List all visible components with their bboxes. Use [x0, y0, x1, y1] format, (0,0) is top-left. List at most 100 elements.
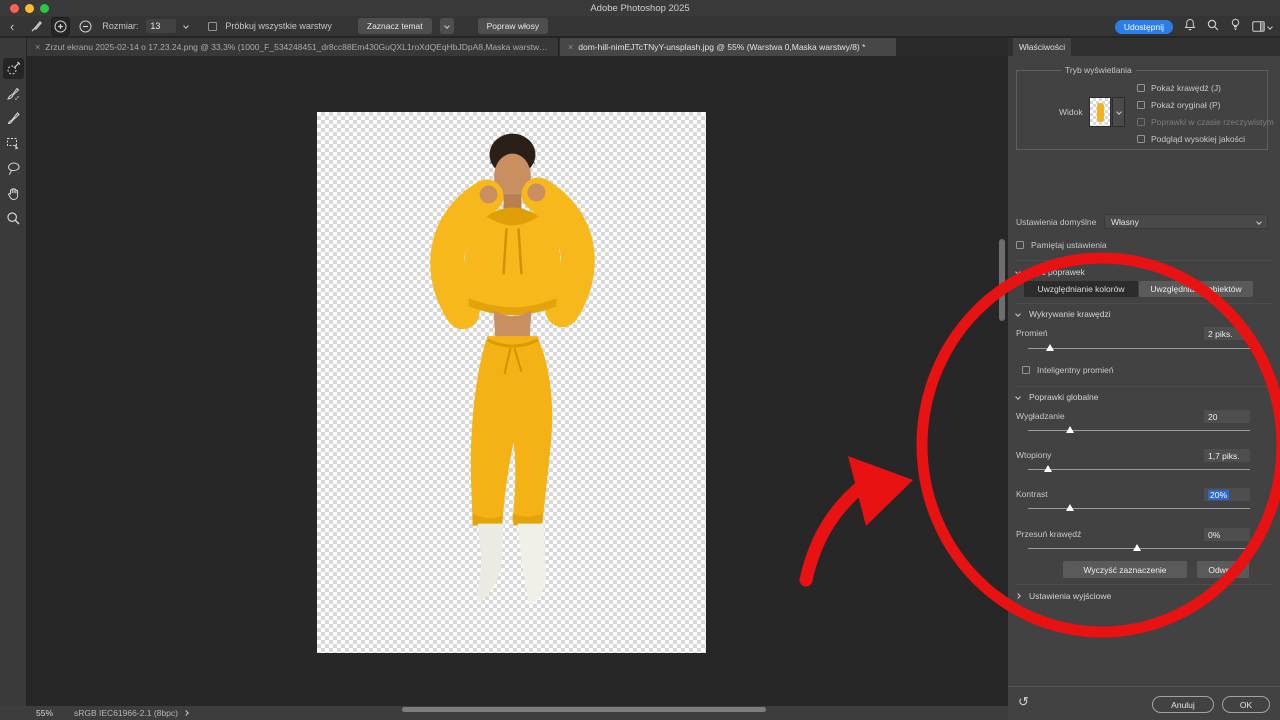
options-bar: ‹ Rozmiar: 13 Próbkuj wszystkie warstwy …: [0, 16, 1280, 37]
photoshop-window: Adobe Photoshop 2025 ‹ Rozmiar: 13 Próbk…: [0, 0, 1280, 720]
view-dropdown-chevron-icon[interactable]: [1112, 97, 1125, 127]
smooth-slider-thumb[interactable]: [1066, 426, 1074, 433]
high-quality-preview-checkbox[interactable]: [1137, 135, 1145, 143]
show-original-label: Pokaż oryginał (P): [1151, 100, 1220, 110]
show-edge-label: Pokaż krawędź (J): [1151, 83, 1221, 93]
discover-lightbulb-icon[interactable]: [1230, 18, 1241, 36]
view-mode-group-label: Tryb wyświetlania: [1061, 65, 1136, 75]
sample-all-layers-checkbox[interactable]: [208, 22, 217, 31]
back-chevron-icon[interactable]: ‹: [10, 20, 14, 33]
radius-slider-thumb[interactable]: [1046, 344, 1054, 351]
document-tab-2-label: dom-hill-nimEJTcTNyY-unsplash.jpg @ 55% …: [578, 42, 865, 52]
output-settings-section-label: Ustawienia wyjściowe: [1029, 591, 1111, 601]
radius-slider[interactable]: [1028, 348, 1250, 349]
ok-button[interactable]: OK: [1222, 696, 1270, 713]
smooth-value-field[interactable]: 20: [1204, 410, 1250, 423]
view-mode-group: Tryb wyświetlania Widok Pokaż krawędź (J…: [1016, 70, 1268, 150]
hand-tool[interactable]: [3, 183, 24, 204]
quick-selection-tool[interactable]: [3, 58, 24, 79]
shift-edge-slider[interactable]: [1028, 548, 1250, 549]
smart-radius-checkbox[interactable]: [1022, 366, 1030, 374]
size-input[interactable]: 13: [146, 19, 176, 33]
presets-value: Własny: [1111, 217, 1139, 227]
canvas-horizontal-scrollbar[interactable]: [402, 707, 766, 712]
refine-edge-brush-tool[interactable]: [3, 83, 24, 104]
shift-edge-slider-thumb[interactable]: [1133, 544, 1141, 551]
panel-header: Właściwości: [1008, 38, 1280, 56]
document-tab-bar: × Zrzut ekranu 2025-02-14 o 17.23.24.png…: [0, 38, 1008, 56]
clear-selection-button[interactable]: Wyczyść zaznaczenie: [1063, 561, 1187, 578]
global-refinements-section[interactable]: Poprawki globalne: [1016, 390, 1098, 403]
close-tab-icon[interactable]: ×: [35, 42, 40, 52]
view-thumbnail[interactable]: [1089, 97, 1111, 127]
zoom-tool[interactable]: [3, 208, 24, 229]
edge-detection-section[interactable]: Wykrywanie krawędzi: [1016, 307, 1111, 320]
canvas-vertical-scrollbar[interactable]: [999, 239, 1005, 321]
smooth-label: Wygładzanie: [1016, 411, 1065, 421]
cancel-button[interactable]: Anuluj: [1152, 696, 1214, 713]
titlebar-actions: Udostępnij: [1115, 16, 1272, 37]
high-quality-preview-label: Podgląd wysokiej jakości: [1151, 134, 1245, 144]
global-refinements-section-label: Poprawki globalne: [1029, 392, 1098, 402]
realtime-refinement-row: Poprawki w czasie rzeczywistym: [1137, 116, 1274, 128]
size-dropdown-chevron-icon[interactable]: [184, 23, 190, 29]
smooth-slider[interactable]: [1028, 430, 1250, 431]
brush-add-button[interactable]: [52, 18, 69, 35]
canvas-area[interactable]: [27, 56, 1008, 706]
document-tab-2[interactable]: × dom-hill-nimEJTcTNyY-unsplash.jpg @ 55…: [560, 38, 896, 56]
zoom-level[interactable]: 55%: [36, 708, 53, 718]
masked-subject-image: [317, 112, 706, 653]
show-original-row: Pokaż oryginał (P): [1137, 99, 1220, 111]
show-original-checkbox[interactable]: [1137, 101, 1145, 109]
dialog-bottom-bar: ↺ Anuluj OK: [1008, 686, 1280, 720]
brush-subtract-button[interactable]: [77, 18, 94, 35]
edge-detection-section-label: Wykrywanie krawędzi: [1029, 309, 1111, 319]
select-subject-button[interactable]: Zaznacz temat: [358, 18, 432, 34]
object-selection-tool[interactable]: [3, 133, 24, 154]
feather-label: Wtopiony: [1016, 450, 1051, 460]
refine-hair-button[interactable]: Popraw włosy: [478, 18, 548, 34]
color-aware-button[interactable]: Uwzględnianie kolorów: [1024, 281, 1138, 297]
sample-all-layers-label: Próbkuj wszystkie warstwy: [225, 21, 332, 31]
show-edge-checkbox[interactable]: [1137, 84, 1145, 92]
document-tab-1[interactable]: × Zrzut ekranu 2025-02-14 o 17.23.24.png…: [27, 38, 559, 56]
status-options-chevron-icon[interactable]: [183, 710, 189, 716]
shift-edge-label: Przesuń krawędź: [1016, 529, 1081, 539]
notifications-bell-icon[interactable]: [1184, 18, 1196, 36]
brush-tool[interactable]: [3, 108, 24, 129]
color-profile: sRGB IEC61966-2.1 (8bpc): [74, 708, 178, 718]
contrast-value-field[interactable]: 20%: [1204, 488, 1250, 501]
show-edge-row: Pokaż krawędź (J): [1137, 82, 1221, 94]
output-settings-section[interactable]: Ustawienia wyjściowe: [1016, 589, 1111, 602]
object-aware-button[interactable]: Uwzględnianie obiektów: [1139, 281, 1253, 297]
refine-mode-section-label: Tryb poprawek: [1029, 267, 1085, 277]
refine-mode-section[interactable]: Tryb poprawek: [1016, 265, 1085, 278]
presets-label: Ustawienia domyślne: [1016, 217, 1096, 227]
feather-value-field[interactable]: 1,7 piks.: [1204, 449, 1250, 462]
realtime-refinement-checkbox: [1137, 118, 1145, 126]
workspace-switcher-icon[interactable]: [1252, 21, 1272, 32]
shift-edge-value-field[interactable]: 0%: [1204, 528, 1250, 541]
lasso-tool[interactable]: [3, 158, 24, 179]
document-tab-1-label: Zrzut ekranu 2025-02-14 o 17.23.24.png @…: [45, 42, 550, 52]
contrast-label: Kontrast: [1016, 489, 1048, 499]
share-button[interactable]: Udostępnij: [1115, 20, 1173, 34]
select-subject-dropdown-button[interactable]: [440, 18, 454, 34]
document-checkerboard[interactable]: [317, 112, 706, 653]
radius-value-field[interactable]: 2 piks.: [1204, 327, 1250, 340]
tab-properties[interactable]: Właściwości: [1013, 38, 1071, 56]
feather-slider[interactable]: [1028, 469, 1250, 470]
close-tab-icon[interactable]: ×: [568, 42, 573, 52]
remember-settings-checkbox[interactable]: [1016, 241, 1024, 249]
window-title: Adobe Photoshop 2025: [0, 3, 1280, 14]
contrast-slider[interactable]: [1028, 508, 1250, 509]
invert-button[interactable]: Odwróć: [1197, 561, 1249, 578]
high-quality-preview-row: Podgląd wysokiej jakości: [1137, 133, 1245, 145]
contrast-slider-thumb[interactable]: [1066, 504, 1074, 511]
feather-slider-thumb[interactable]: [1044, 465, 1052, 472]
reset-icon[interactable]: ↺: [1018, 695, 1029, 708]
presets-dropdown[interactable]: Własny: [1104, 214, 1268, 229]
realtime-refinement-label: Poprawki w czasie rzeczywistym: [1151, 117, 1274, 127]
search-icon[interactable]: [1207, 18, 1219, 36]
brush-tool-preview-icon[interactable]: [28, 18, 44, 34]
